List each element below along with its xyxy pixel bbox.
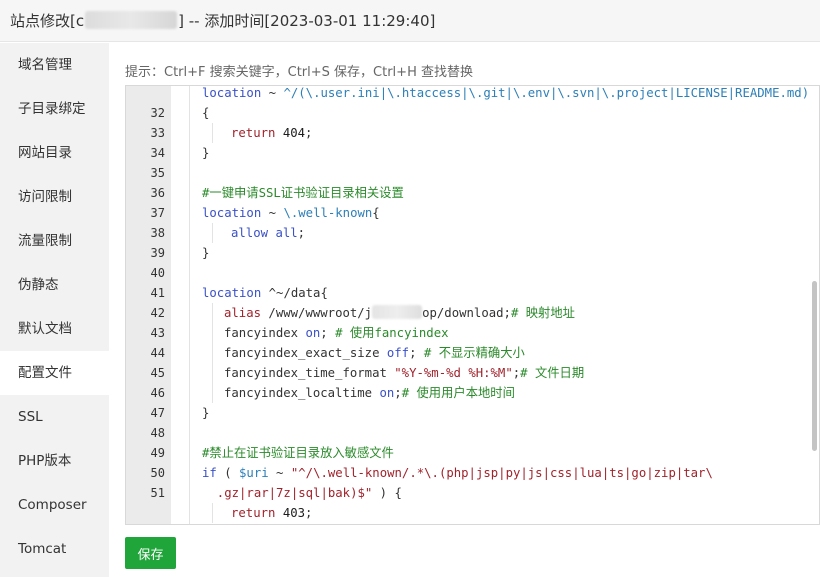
code-text: location ^~/data{ (202, 286, 328, 300)
code-text: } (202, 246, 210, 260)
code-line: 36 (126, 163, 816, 200)
code-text: allow all; (231, 226, 306, 240)
sidebar-item-subdirectory[interactable]: 子目录绑定 (0, 87, 109, 131)
code-text: fancyindex on; # 使用fancyindex (224, 326, 449, 340)
code-text: alias /www/wwwroot/j op/download;# 映射地址 (224, 305, 575, 320)
indent-guide (212, 343, 213, 363)
code-comment: #一键申请SSL证书验证目录相关设置 (202, 186, 404, 200)
editor-scrollbar[interactable] (812, 281, 817, 451)
code-text: return 404; (231, 126, 313, 140)
code-line: 40 } (126, 243, 816, 280)
sidebar-item-rewrite[interactable]: 伪静态 (0, 263, 109, 307)
code-line: 52 return 403; (126, 503, 816, 523)
sidebar-item-default-doc[interactable]: 默认文档 (0, 307, 109, 351)
indent-guide (212, 223, 213, 243)
indent-guide (212, 323, 213, 343)
indent-guide (189, 363, 190, 383)
code-line: 47 fancyindex_localtime on;# 使用用户本地时间 (126, 383, 816, 420)
code-comment: #禁止在证书验证目录放入敏感文件 (202, 446, 394, 460)
code-line: 37 #一键申请SSL证书验证目录相关设置 (126, 183, 816, 220)
code-line: 43 alias /www/wwwroot/j op/download;# 映射地… (126, 303, 816, 340)
indent-guide (189, 143, 190, 163)
code-text: fancyindex_exact_size off; # 不显示精确大小 (224, 346, 525, 360)
code-text: { (202, 106, 210, 120)
indent-guide (189, 103, 190, 123)
indent-guide (189, 303, 190, 323)
code-line: 34 return 404; (126, 123, 816, 160)
indent-guide (189, 443, 190, 463)
indent-guide (189, 523, 190, 524)
indent-guide (189, 423, 190, 443)
indent-guide (189, 123, 190, 143)
code-text: .gz|rar|7z|sql|bak)$" ) { (202, 486, 402, 500)
indent-guide (189, 503, 190, 523)
indent-guide (189, 163, 190, 183)
code-line: 39 allow all; (126, 223, 816, 260)
indent-guide (189, 403, 190, 423)
code-text: } (202, 523, 209, 524)
settings-sidebar: 域名管理 子目录绑定 网站目录 访问限制 流量限制 伪静态 默认文档 配置文件 … (0, 43, 109, 577)
code-text: } (202, 146, 210, 160)
code-line: 41 (126, 263, 816, 300)
shortcut-hint: 提示：Ctrl+F 搜索关键字，Ctrl+S 保存，Ctrl+H 查找替换 (125, 65, 473, 80)
code-line: 50 #禁止在证书验证目录放入敏感文件 (126, 443, 816, 480)
indent-guide (212, 383, 213, 403)
save-button[interactable]: 保存 (125, 537, 176, 569)
code-line: 51 if ( $uri ~ "^/\.well-known/.*\.(php|… (126, 463, 816, 500)
sidebar-item-site-directory[interactable]: 网站目录 (0, 131, 109, 175)
indent-guide (189, 86, 190, 103)
code-line: 32 location ~ ^/(\.user.ini|\.htaccess|\… (126, 86, 816, 120)
title-prefix: 站点修改[c (10, 12, 85, 30)
indent-guide (189, 383, 190, 403)
code-line: 49 (126, 423, 816, 460)
indent-guide (189, 203, 190, 223)
code-text: location ~ \.well-known{ (202, 206, 380, 220)
indent-guide (212, 303, 213, 323)
code-line: 44 fancyindex on; # 使用fancyindex (126, 323, 816, 360)
code-text: return 403; (231, 506, 313, 520)
indent-guide (212, 363, 213, 383)
code-text: fancyindex_localtime on;# 使用用户本地时间 (224, 386, 515, 400)
sidebar-item-ssl[interactable]: SSL (0, 395, 109, 439)
sidebar-item-access-limit[interactable]: 访问限制 (0, 175, 109, 219)
code-line: } (126, 523, 816, 524)
redacted-domain (85, 11, 178, 29)
code-line: 45 fancyindex_exact_size off; # 不显示精确大小 (126, 343, 816, 380)
sidebar-item-traffic-limit[interactable]: 流量限制 (0, 219, 109, 263)
indent-guide (189, 223, 190, 243)
code-text: location ~ ^/(\.user.ini|\.htaccess|\.gi… (202, 86, 810, 100)
sidebar-item-domain[interactable]: 域名管理 (0, 43, 109, 87)
code-line: 38 location ~ \.well-known{ (126, 203, 816, 240)
code-line: 35 } (126, 143, 816, 180)
indent-guide (189, 343, 190, 363)
code-line: 42 location ^~/data{ (126, 283, 816, 320)
indent-guide (189, 263, 190, 283)
code-line: 33 { (126, 103, 816, 140)
indent-guide (189, 283, 190, 303)
dialog-title: 站点修改[c ] -- 添加时间[2023-03-01 11:29:40] (0, 0, 820, 42)
sidebar-item-composer[interactable]: Composer (0, 483, 109, 527)
code-text: if ( $uri ~ "^/\.well-known/.*\.(php|jsp… (202, 466, 713, 480)
indent-guide (212, 503, 213, 523)
indent-guide (189, 463, 190, 483)
sidebar-item-php-version[interactable]: PHP版本 (0, 439, 109, 483)
indent-guide (189, 323, 190, 343)
sidebar-item-config-file[interactable]: 配置文件 (0, 351, 109, 395)
indent-guide (189, 483, 190, 503)
indent-guide (189, 243, 190, 263)
sidebar-item-tomcat[interactable]: Tomcat (0, 527, 109, 571)
indent-guide (212, 123, 213, 143)
indent-guide (189, 183, 190, 203)
code-line: .gz|rar|7z|sql|bak)$" ) { (126, 483, 816, 503)
title-suffix: ] -- 添加时间[2023-03-01 11:29:40] (178, 12, 436, 30)
config-editor[interactable]: 32 location ~ ^/(\.user.ini|\.htaccess|\… (125, 85, 820, 525)
code-line: 46 fancyindex_time_format "%Y-%m-%d %H:%… (126, 363, 816, 400)
code-line: 48 } (126, 403, 816, 440)
redacted-path (372, 305, 423, 319)
code-text: fancyindex_time_format "%Y-%m-%d %H:%M";… (224, 366, 585, 380)
code-text: } (202, 406, 210, 420)
